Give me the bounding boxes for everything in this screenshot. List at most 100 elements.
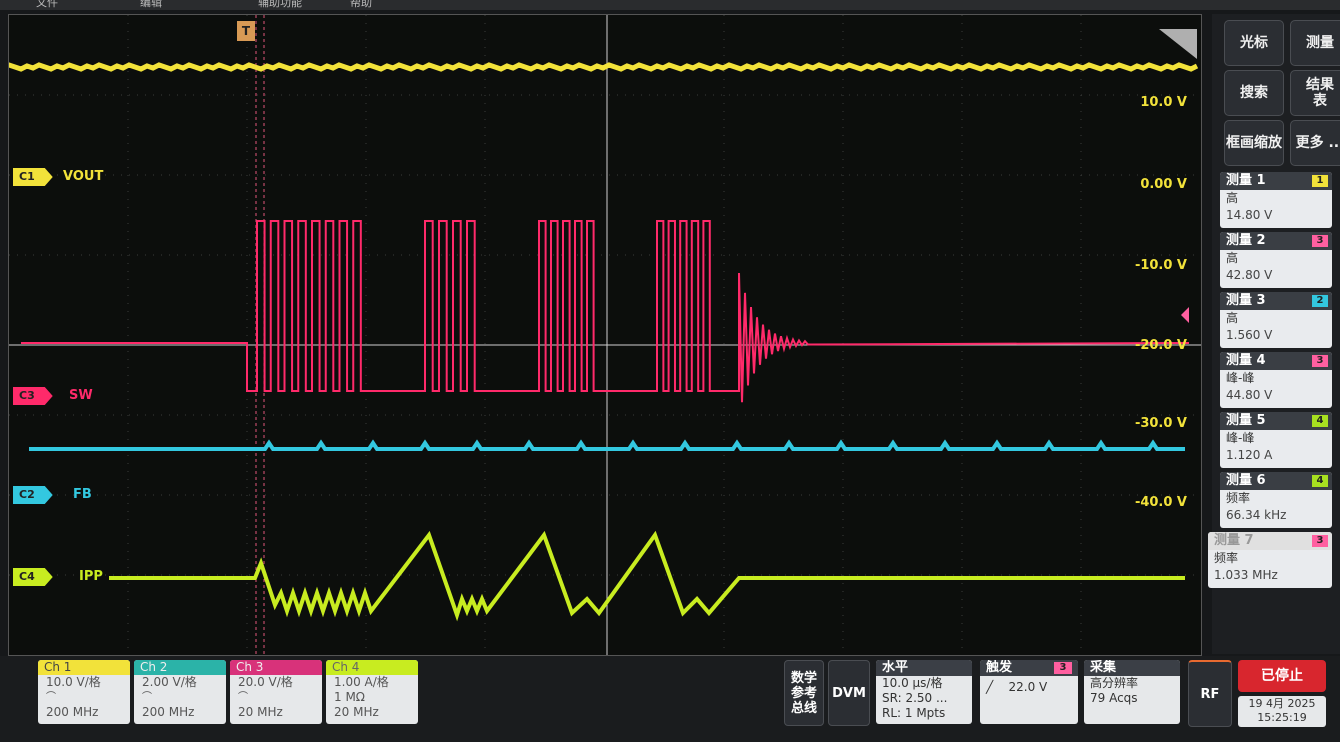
- measurement-type: 频率: [1214, 551, 1239, 565]
- trace-ipp: [109, 530, 1185, 622]
- measurement-title: 测量 4: [1226, 353, 1266, 368]
- measurement-type: 高: [1226, 251, 1239, 265]
- ch1-name: VOUT: [63, 169, 104, 184]
- ch2-bandwidth: 200 MHz: [142, 705, 195, 719]
- waveform-area[interactable]: T 10.0 V 0.00 V -10.0 V -20.0 V -30.0 V …: [8, 14, 1202, 656]
- horizontal-scale: 10.0 μs/格: [882, 676, 943, 690]
- ch2-title: Ch 2: [134, 660, 226, 675]
- cursor-button[interactable]: 光标: [1224, 20, 1284, 66]
- ch1-scale: 10.0 V/格: [46, 675, 101, 689]
- measurement-badge[interactable]: 测量 1 1 高 14.80 V: [1220, 172, 1332, 228]
- measurement-value: 66.34 kHz: [1226, 508, 1287, 522]
- measurement-type: 频率: [1226, 491, 1251, 505]
- trigger-level: 22.0 V: [1008, 680, 1048, 694]
- coupling-icon: ⌒: [142, 692, 152, 703]
- source-badge: 1: [1312, 175, 1328, 187]
- measurement-title: 测量 5: [1226, 413, 1266, 428]
- horizontal-settings-badge[interactable]: 水平 10.0 μs/格 SR: 2.50 ... RL: 1 Mpts: [876, 660, 972, 724]
- trace-sw: [21, 220, 1190, 403]
- measurement-badge[interactable]: 测量 7 3 频率 1.033 MHz: [1208, 532, 1332, 588]
- ch4-marker[interactable]: C4: [13, 568, 53, 586]
- measurement-title: 测量 2: [1226, 233, 1266, 248]
- trigger-title: 触发: [986, 660, 1013, 675]
- ch1-marker[interactable]: C1: [13, 168, 53, 186]
- acquisition-title: 采集: [1084, 660, 1180, 676]
- horizontal-title: 水平: [876, 660, 972, 676]
- measurement-badge[interactable]: 测量 6 4 频率 66.34 kHz: [1220, 472, 1332, 528]
- scale-label: -30.0 V: [1134, 416, 1187, 431]
- source-badge: 4: [1312, 415, 1328, 427]
- rising-edge-icon: ╱: [986, 680, 994, 694]
- source-badge: 2: [1312, 295, 1328, 307]
- measurement-title: 测量 1: [1226, 173, 1266, 188]
- more-button[interactable]: 更多 ...: [1290, 120, 1340, 166]
- ch1-bandwidth: 200 MHz: [46, 705, 99, 719]
- menu-utility[interactable]: 辅助功能: [258, 0, 302, 10]
- measurement-value: 14.80 V: [1226, 208, 1273, 222]
- ch1-settings-badge[interactable]: Ch 1 10.0 V/格 ⌒ 200 MHz: [38, 660, 130, 724]
- ch3-bandwidth: 20 MHz: [238, 705, 283, 719]
- measurement-value: 1.120 A: [1226, 448, 1273, 462]
- menu-file[interactable]: 文件: [36, 0, 58, 10]
- measurement-badge[interactable]: 测量 3 2 高 1.560 V: [1220, 292, 1332, 348]
- time: 15:25:19: [1257, 711, 1307, 724]
- menu-bar: 文件 编辑 辅助功能 帮助: [0, 0, 1340, 10]
- waveform-canvas: [9, 15, 1201, 655]
- bottom-settings-bar: Ch 1 10.0 V/格 ⌒ 200 MHz Ch 2 2.00 V/格 ⌒ …: [0, 656, 1340, 742]
- menu-help[interactable]: 帮助: [350, 0, 372, 10]
- acquisition-settings-badge[interactable]: 采集 高分辨率 79 Acqs: [1084, 660, 1180, 724]
- source-badge: 3: [1312, 355, 1328, 367]
- measurement-title: 测量 3: [1226, 293, 1266, 308]
- ch4-scale: 1.00 A/格: [334, 675, 389, 689]
- coupling-icon: ⌒: [238, 692, 248, 703]
- ch3-scale: 20.0 V/格: [238, 675, 293, 689]
- acquisition-count: 79 Acqs: [1090, 691, 1138, 705]
- dvm-button[interactable]: DVM: [828, 660, 870, 726]
- ch1-title: Ch 1: [38, 660, 130, 675]
- measurement-type: 高: [1226, 191, 1239, 205]
- date-time: 19 4月 2025 15:25:19: [1238, 696, 1326, 727]
- source-badge: 3: [1312, 235, 1328, 247]
- measurement-badge[interactable]: 测量 2 3 高 42.80 V: [1220, 232, 1332, 288]
- search-button[interactable]: 搜索: [1224, 70, 1284, 116]
- ch4-bandwidth: 20 MHz: [334, 705, 379, 719]
- ch3-title: Ch 3: [230, 660, 322, 675]
- ch3-settings-badge[interactable]: Ch 3 20.0 V/格 ⌒ 20 MHz: [230, 660, 322, 724]
- menu-edit[interactable]: 编辑: [140, 0, 162, 10]
- rf-button[interactable]: RF: [1188, 660, 1232, 727]
- measurement-type: 峰-峰: [1226, 371, 1255, 385]
- ch3-name: SW: [69, 388, 93, 403]
- ch2-scale: 2.00 V/格: [142, 675, 197, 689]
- scale-label: 10.0 V: [1140, 95, 1187, 110]
- measurement-badge[interactable]: 测量 5 4 峰-峰 1.120 A: [1220, 412, 1332, 468]
- source-badge: 4: [1312, 475, 1328, 487]
- scale-label: -20.0 V: [1134, 338, 1187, 353]
- ch4-settings-badge[interactable]: Ch 4 1.00 A/格 1 MΩ 20 MHz: [326, 660, 418, 724]
- zoom-box-button[interactable]: 框画缩放: [1224, 120, 1284, 166]
- measurement-title: 测量 6: [1226, 473, 1266, 488]
- acquisition-mode: 高分辨率: [1090, 676, 1139, 690]
- measurement-value: 44.80 V: [1226, 388, 1273, 402]
- ch2-name: FB: [73, 487, 92, 502]
- scale-label: 0.00 V: [1140, 177, 1187, 192]
- date: 19 4月 2025: [1248, 697, 1316, 710]
- ch2-marker[interactable]: C2: [13, 486, 53, 504]
- measure-button[interactable]: 测量: [1290, 20, 1340, 66]
- oscilloscope-display: 文件 编辑 辅助功能 帮助 T 10.0 V 0.00 V -10.0 V -2…: [0, 0, 1340, 742]
- trigger-position-marker[interactable]: T: [237, 21, 255, 41]
- math-ref-bus-button[interactable]: 数学 参考 总线: [784, 660, 824, 726]
- trigger-source-badge: 3: [1054, 662, 1072, 674]
- zoom-icon[interactable]: [1159, 29, 1197, 59]
- run-stop-status[interactable]: 已停止: [1238, 660, 1326, 692]
- trigger-level-marker[interactable]: [1181, 307, 1189, 323]
- measurement-value: 42.80 V: [1226, 268, 1273, 282]
- record-length: RL: 1 Mpts: [882, 706, 946, 720]
- coupling-icon: ⌒: [46, 692, 56, 703]
- measurement-badge[interactable]: 测量 4 3 峰-峰 44.80 V: [1220, 352, 1332, 408]
- ch2-settings-badge[interactable]: Ch 2 2.00 V/格 ⌒ 200 MHz: [134, 660, 226, 724]
- ch3-marker[interactable]: C3: [13, 387, 53, 405]
- trigger-settings-badge[interactable]: 触发 3 ╱ 22.0 V: [980, 660, 1078, 724]
- graticule: [9, 15, 1201, 655]
- scale-label: -10.0 V: [1134, 258, 1187, 273]
- results-table-button[interactable]: 结果 表: [1290, 70, 1340, 116]
